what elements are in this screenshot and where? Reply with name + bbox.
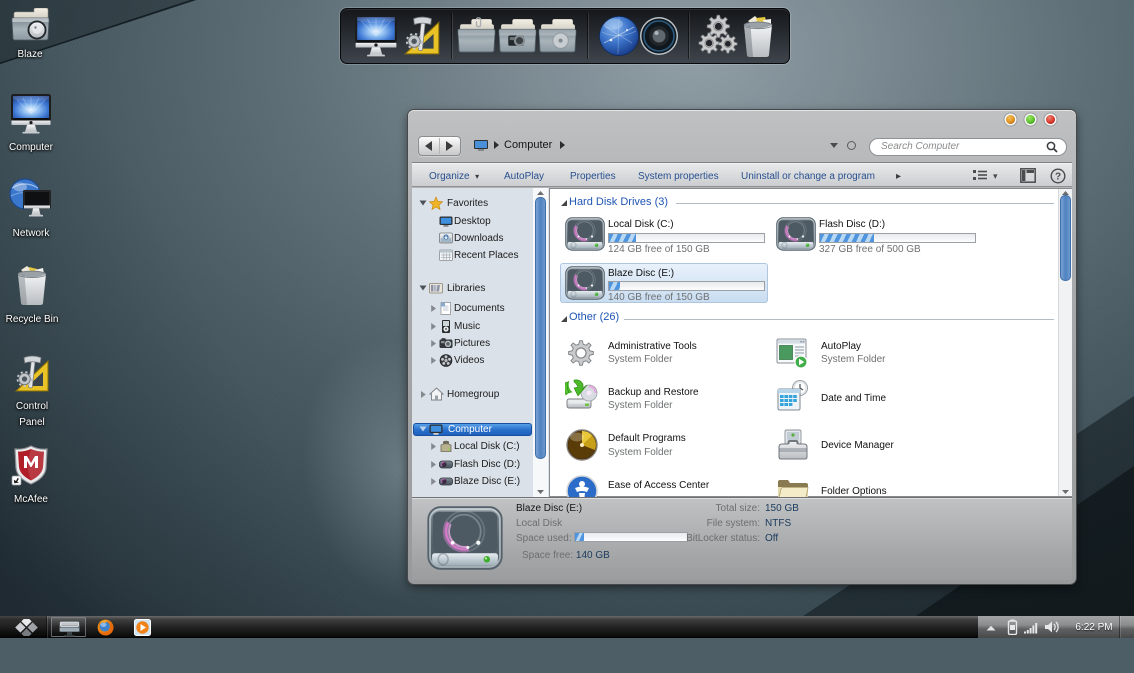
svg-text:?: ? xyxy=(1055,172,1061,183)
